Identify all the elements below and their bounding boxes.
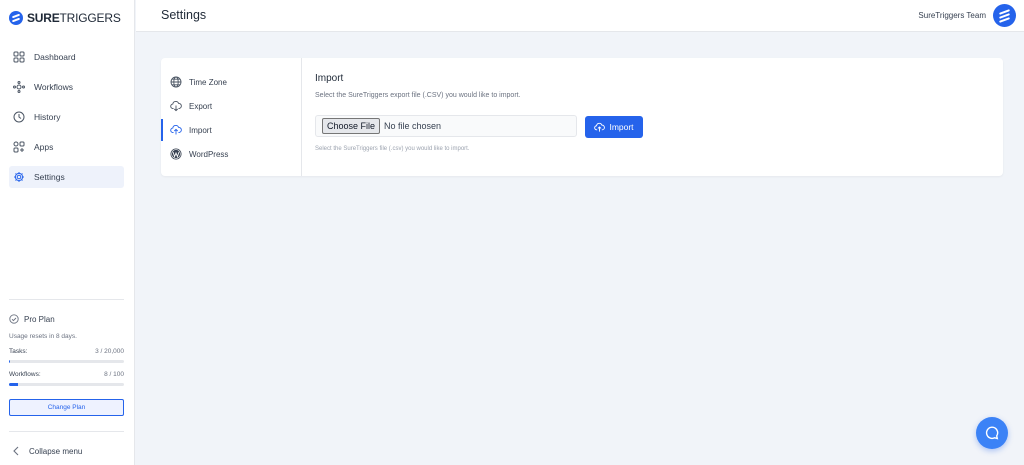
sidebar-item-apps[interactable]: Apps: [9, 136, 124, 158]
sidebar-item-label: Workflows: [34, 82, 74, 92]
usage-reset-text: Usage resets in 8 days.: [9, 333, 77, 340]
collapse-menu-button[interactable]: Collapse menu: [12, 446, 82, 456]
sidebar: SURETRIGGERS Dashboard Workflows History…: [0, 0, 135, 465]
plan-title: Pro Plan: [9, 314, 124, 324]
cloud-upload-icon: [594, 122, 606, 132]
import-description: Select the SureTriggers export file (.CS…: [315, 92, 521, 99]
file-status-text: No file chosen: [384, 121, 442, 131]
tasks-usage: Tasks: 3 / 20,000: [9, 348, 124, 355]
suretriggers-logo-icon: [9, 11, 23, 25]
sidebar-item-settings[interactable]: Settings: [9, 166, 124, 188]
tab-time-zone[interactable]: Time Zone: [161, 71, 301, 93]
apps-icon: [13, 141, 25, 153]
cloud-upload-icon: [170, 125, 182, 135]
import-hint: Select the SureTriggers file (.csv) you …: [315, 146, 470, 152]
gear-icon: [14, 172, 24, 182]
chevron-left-icon: [13, 446, 19, 456]
sidebar-item-label: History: [34, 112, 61, 122]
sidebar-nav: Dashboard Workflows History Apps Setting…: [9, 46, 124, 196]
check-circle-icon: [9, 314, 19, 324]
settings-card: Time Zone Export Import WordPress Import…: [161, 58, 1003, 176]
sidebar-divider: [9, 299, 124, 300]
workflow-icon: [13, 81, 25, 93]
page-title: Settings: [161, 8, 207, 22]
workflows-progress-bar: [9, 383, 124, 386]
file-input[interactable]: Choose File No file chosen: [315, 115, 577, 137]
tab-export[interactable]: Export: [161, 95, 301, 117]
plan-usage: Pro Plan Usage resets in 8 days. Tasks: …: [9, 314, 124, 416]
tasks-progress-bar: [9, 360, 124, 363]
sidebar-item-label: Apps: [34, 142, 54, 152]
globe-icon: [170, 76, 182, 88]
workflows-usage: Workflows: 8 / 100: [9, 371, 124, 378]
sidebar-item-label: Dashboard: [34, 52, 76, 62]
chat-bubble-icon: [985, 426, 999, 440]
top-header: Settings SureTriggers Team: [136, 0, 1024, 32]
sidebar-item-workflows[interactable]: Workflows: [9, 76, 124, 98]
brand-name: SURETRIGGERS: [27, 11, 121, 25]
help-chat-button[interactable]: [976, 417, 1008, 449]
avatar[interactable]: [993, 4, 1016, 27]
history-clock-icon: [13, 111, 25, 123]
sidebar-item-label: Settings: [34, 172, 65, 182]
sidebar-item-history[interactable]: History: [9, 106, 124, 128]
dashboard-grid-icon: [13, 51, 25, 63]
brand-logo[interactable]: SURETRIGGERS: [9, 10, 121, 26]
wordpress-icon: [170, 148, 182, 160]
settings-nav: Time Zone Export Import WordPress: [161, 58, 302, 176]
cloud-download-icon: [170, 101, 182, 112]
tab-wordpress[interactable]: WordPress: [161, 143, 301, 165]
import-title: Import: [315, 73, 344, 84]
change-plan-button[interactable]: Change Plan: [9, 399, 124, 416]
choose-file-button[interactable]: Choose File: [322, 118, 381, 134]
sidebar-divider: [9, 431, 124, 432]
tab-import[interactable]: Import: [161, 119, 301, 141]
team-name[interactable]: SureTriggers Team: [918, 11, 986, 20]
import-button[interactable]: Import: [585, 116, 643, 138]
sidebar-item-dashboard[interactable]: Dashboard: [9, 46, 124, 68]
